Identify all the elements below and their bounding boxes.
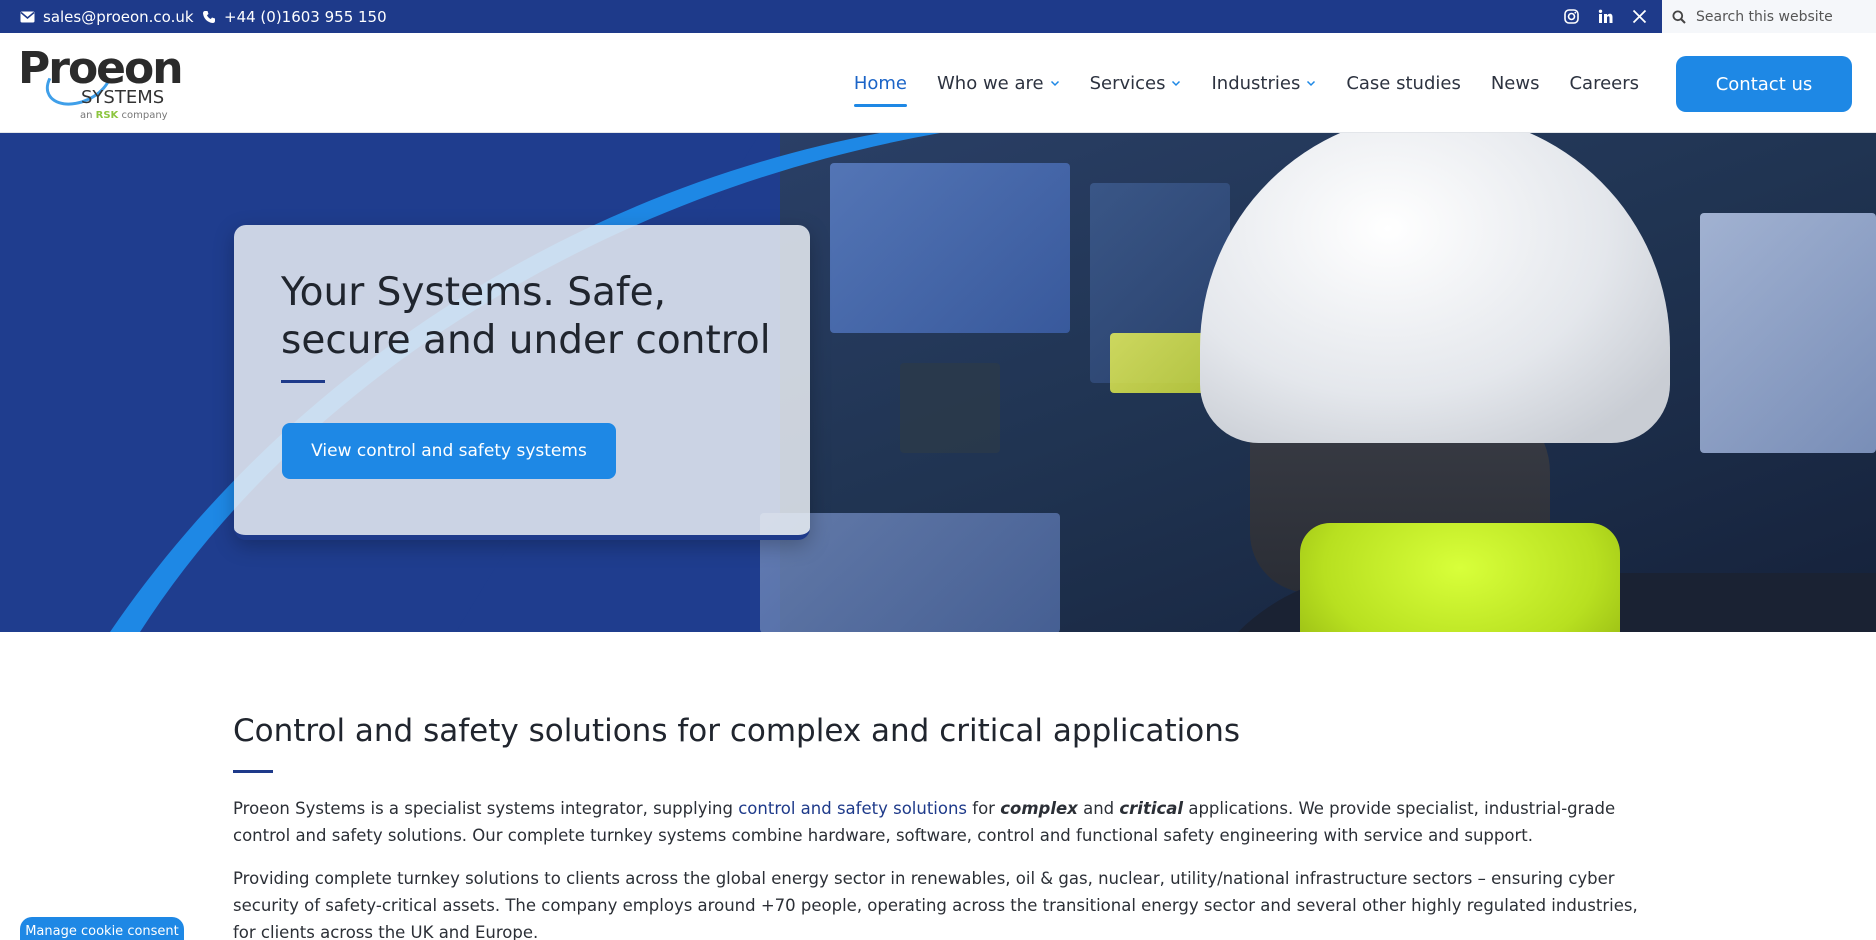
logo-tagline: an RSK company <box>80 110 168 121</box>
hi-vis-collar <box>1300 523 1620 632</box>
nav-home[interactable]: Home <box>839 33 922 133</box>
nav-industries[interactable]: Industries <box>1196 33 1331 133</box>
hero-banner: Your Systems. Safe, secure and under con… <box>0 133 1876 632</box>
heading-divider <box>233 770 273 773</box>
title-divider <box>281 380 325 383</box>
hard-hat <box>1200 133 1670 443</box>
main-nav: Home Who we are Services Industries Case… <box>839 33 1654 133</box>
logo-systems: SYSTEMS <box>81 87 165 108</box>
email-text: sales@proeon.co.uk <box>43 7 194 26</box>
email-link[interactable]: sales@proeon.co.uk <box>20 0 194 33</box>
social-links <box>1562 0 1648 33</box>
chevron-down-icon <box>1306 78 1316 88</box>
hero-card: Your Systems. Safe, secure and under con… <box>234 225 810 540</box>
x-icon[interactable] <box>1630 8 1648 26</box>
manage-cookie-consent-button[interactable]: Manage cookie consent <box>20 917 184 940</box>
control-safety-link[interactable]: control and safety solutions <box>738 799 967 818</box>
chevron-down-icon <box>1050 78 1060 88</box>
intro-paragraph-2: Providing complete turnkey solutions to … <box>233 869 1638 940</box>
search-placeholder: Search this website <box>1696 8 1833 25</box>
contact-us-button[interactable]: Contact us <box>1676 56 1852 112</box>
section-heading: Control and safety solutions for complex… <box>233 713 1241 749</box>
phone-icon <box>202 10 216 24</box>
intro-section: Control and safety solutions for complex… <box>233 710 1653 940</box>
nav-careers[interactable]: Careers <box>1554 33 1654 133</box>
phone-text: +44 (0)1603 955 150 <box>224 7 387 26</box>
chevron-down-icon <box>1171 78 1181 88</box>
phone-link[interactable]: +44 (0)1603 955 150 <box>202 0 387 33</box>
logo[interactable]: Proeon SYSTEMS an RSK company <box>18 44 184 125</box>
instagram-icon[interactable] <box>1562 8 1580 26</box>
top-bar: sales@proeon.co.uk +44 (0)1603 955 150 S… <box>0 0 1876 33</box>
nav-who-we-are[interactable]: Who we are <box>922 33 1075 133</box>
linkedin-icon[interactable] <box>1596 8 1614 26</box>
nav-services[interactable]: Services <box>1075 33 1197 133</box>
view-systems-button[interactable]: View control and safety systems <box>282 423 616 479</box>
logo-brand: Proeon <box>18 43 184 94</box>
hero-title: Your Systems. Safe, secure and under con… <box>281 270 771 363</box>
intro-paragraph-1: Proeon Systems is a specialist systems i… <box>233 799 1616 845</box>
nav-case-studies[interactable]: Case studies <box>1331 33 1476 133</box>
search-icon <box>1672 10 1686 24</box>
monitor-screen <box>1700 213 1876 453</box>
search-input[interactable]: Search this website <box>1662 0 1876 33</box>
nav-news[interactable]: News <box>1476 33 1555 133</box>
envelope-icon <box>20 11 35 23</box>
